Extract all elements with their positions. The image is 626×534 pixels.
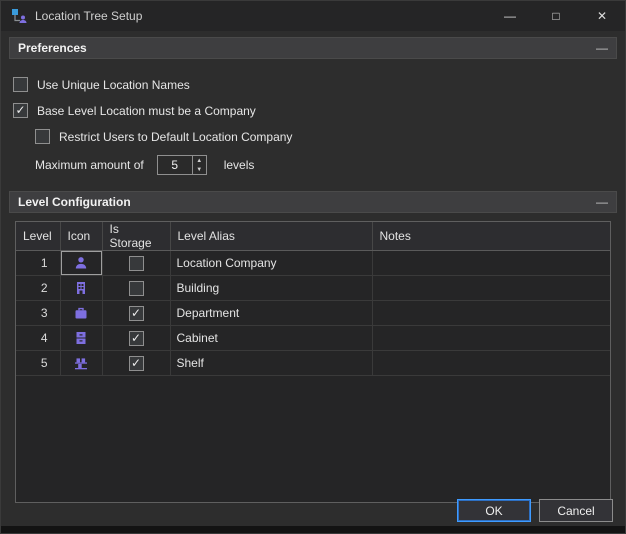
- table-row[interactable]: 4 ✓ Cabine: [16, 326, 610, 351]
- table-row[interactable]: 5 ✓: [16, 351, 610, 376]
- level-configuration-header-label: Level Configuration: [18, 195, 131, 209]
- table-row[interactable]: 1 Location Company: [16, 251, 610, 276]
- max-levels-label: Maximum amount of: [35, 158, 144, 172]
- notes-cell[interactable]: [372, 326, 610, 351]
- notes-cell[interactable]: [372, 276, 610, 301]
- level-configuration-collapse-icon[interactable]: —: [596, 195, 608, 209]
- window-controls: — □ ✕: [487, 1, 625, 31]
- use-unique-location-names-row[interactable]: Use Unique Location Names: [13, 76, 615, 93]
- window-bottom-edge: [1, 526, 625, 533]
- location-company-icon: [73, 255, 89, 271]
- level-configuration-table: Level Icon Is Storage Level Alias Notes …: [15, 221, 611, 503]
- minimize-button[interactable]: —: [487, 1, 533, 31]
- cabinet-icon: [73, 330, 89, 346]
- column-header-is-storage[interactable]: Is Storage: [102, 222, 170, 251]
- max-levels-row: Maximum amount of 5 ▲ ▼ levels: [35, 155, 615, 175]
- level-alias-cell[interactable]: Building: [170, 276, 372, 301]
- preferences-collapse-icon[interactable]: —: [596, 41, 608, 55]
- level-alias-cell[interactable]: Department: [170, 301, 372, 326]
- maximize-button[interactable]: □: [533, 1, 579, 31]
- column-header-notes[interactable]: Notes: [372, 222, 610, 251]
- icon-cell[interactable]: [60, 276, 102, 301]
- icon-cell[interactable]: [60, 351, 102, 376]
- restrict-users-label: Restrict Users to Default Location Compa…: [59, 130, 292, 144]
- icon-cell[interactable]: [60, 326, 102, 351]
- table-header-row: Level Icon Is Storage Level Alias Notes: [16, 222, 610, 251]
- level-number: 1: [16, 251, 60, 276]
- dialog-footer: OK Cancel: [457, 499, 613, 522]
- is-storage-checkbox[interactable]: ✓: [129, 306, 144, 321]
- base-level-company-label: Base Level Location must be a Company: [37, 104, 256, 118]
- is-storage-checkbox[interactable]: ✓: [129, 356, 144, 371]
- department-icon: [73, 305, 89, 321]
- level-number: 5: [16, 351, 60, 376]
- preferences-group-header: Preferences —: [9, 37, 617, 59]
- titlebar: Location Tree Setup — □ ✕: [1, 1, 625, 31]
- use-unique-location-names-label: Use Unique Location Names: [37, 78, 190, 92]
- location-tree-setup-dialog: Location Tree Setup — □ ✕ Preferences — …: [0, 0, 626, 534]
- window-title: Location Tree Setup: [35, 9, 142, 23]
- is-storage-cell[interactable]: [102, 276, 170, 301]
- column-header-icon[interactable]: Icon: [60, 222, 102, 251]
- close-button[interactable]: ✕: [579, 1, 625, 31]
- use-unique-location-names-checkbox[interactable]: [13, 77, 28, 92]
- is-storage-checkbox[interactable]: [129, 256, 144, 271]
- notes-cell[interactable]: [372, 351, 610, 376]
- spinner-down-icon[interactable]: ▼: [193, 165, 206, 174]
- is-storage-checkbox[interactable]: ✓: [129, 331, 144, 346]
- is-storage-checkbox[interactable]: [129, 281, 144, 296]
- max-levels-suffix: levels: [224, 158, 255, 172]
- level-configuration-group-header: Level Configuration —: [9, 191, 617, 213]
- app-icon: [11, 8, 27, 24]
- is-storage-cell[interactable]: ✓: [102, 301, 170, 326]
- is-storage-cell[interactable]: ✓: [102, 326, 170, 351]
- table-row[interactable]: 2: [16, 276, 610, 301]
- preferences-section: Use Unique Location Names ✓ Base Level L…: [1, 59, 625, 175]
- max-levels-value[interactable]: 5: [158, 156, 192, 174]
- level-alias-cell[interactable]: Shelf: [170, 351, 372, 376]
- shelf-icon: [73, 355, 89, 371]
- icon-cell[interactable]: [60, 301, 102, 326]
- level-number: 4: [16, 326, 60, 351]
- level-alias-cell[interactable]: Cabinet: [170, 326, 372, 351]
- restrict-users-checkbox[interactable]: [35, 129, 50, 144]
- notes-cell[interactable]: [372, 301, 610, 326]
- column-header-level[interactable]: Level: [16, 222, 60, 251]
- column-header-level-alias[interactable]: Level Alias: [170, 222, 372, 251]
- notes-cell[interactable]: [372, 251, 610, 276]
- restrict-users-row[interactable]: Restrict Users to Default Location Compa…: [35, 128, 615, 145]
- max-levels-spinner[interactable]: 5 ▲ ▼: [157, 155, 207, 175]
- base-level-company-row[interactable]: ✓ Base Level Location must be a Company: [13, 102, 615, 119]
- base-level-company-checkbox[interactable]: ✓: [13, 103, 28, 118]
- spinner-up-icon[interactable]: ▲: [193, 156, 206, 165]
- spinner-buttons: ▲ ▼: [192, 156, 206, 174]
- level-alias-cell[interactable]: Location Company: [170, 251, 372, 276]
- is-storage-cell[interactable]: ✓: [102, 351, 170, 376]
- table-row[interactable]: 3 ✓ Department: [16, 301, 610, 326]
- icon-cell[interactable]: [60, 251, 102, 276]
- preferences-header-label: Preferences: [18, 41, 87, 55]
- is-storage-cell[interactable]: [102, 251, 170, 276]
- level-number: 3: [16, 301, 60, 326]
- level-number: 2: [16, 276, 60, 301]
- building-icon: [73, 280, 89, 296]
- ok-button[interactable]: OK: [457, 499, 531, 522]
- cancel-button[interactable]: Cancel: [539, 499, 613, 522]
